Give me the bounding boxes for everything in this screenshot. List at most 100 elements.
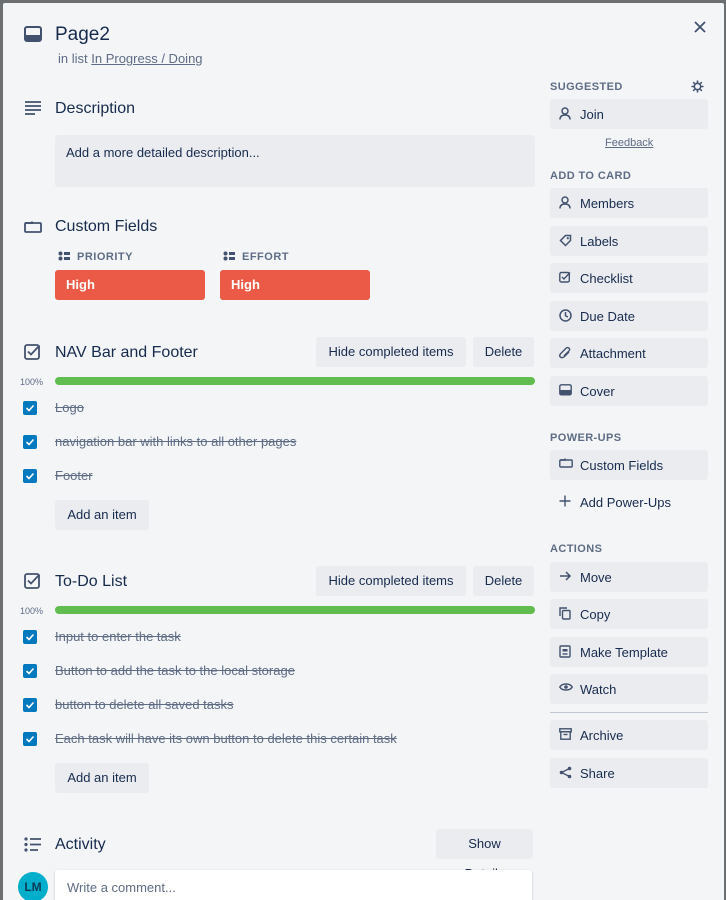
power-ups-heading: POWER-UPS xyxy=(550,432,622,444)
checklist-2-item-4[interactable]: Each task will have its own button to de… xyxy=(55,731,397,746)
checklist-2-item-2-checkbox[interactable] xyxy=(23,664,37,678)
checklist-2-hide-completed-button[interactable]: Hide completed items xyxy=(316,566,466,596)
checklist-2-add-item-button[interactable]: Add an item xyxy=(55,763,149,793)
arrow-right-icon xyxy=(559,570,572,582)
copy-label: Copy xyxy=(580,607,611,622)
labels-button[interactable]: Labels xyxy=(550,226,708,256)
archive-label: Archive xyxy=(580,728,624,743)
paperclip-icon xyxy=(559,346,571,359)
comment-input[interactable]: Write a comment... xyxy=(55,870,532,900)
checklist-2-item-1[interactable]: Input to enter the task xyxy=(55,629,181,644)
checklist-1-delete-button[interactable]: Delete xyxy=(473,337,534,367)
checklist-1-progress-bar xyxy=(55,377,535,385)
description-heading: Description xyxy=(55,100,136,117)
list-info: in list In Progress / Doing xyxy=(58,51,203,66)
custom-fields-icon xyxy=(559,458,573,468)
watch-label: Watch xyxy=(580,682,617,697)
close-icon[interactable] xyxy=(693,20,707,34)
card-title[interactable]: Page2 xyxy=(55,24,110,46)
checklist-2-item-3-checkbox[interactable] xyxy=(23,698,37,712)
watch-button[interactable]: Watch xyxy=(550,674,708,704)
clock-icon xyxy=(559,309,572,322)
add-power-ups-button[interactable]: Add Power-Ups xyxy=(550,487,708,517)
person-icon xyxy=(559,107,571,120)
checklist-label: Checklist xyxy=(580,271,633,286)
label-icon xyxy=(559,234,572,247)
checklist-1-hide-completed-button[interactable]: Hide completed items xyxy=(316,337,466,367)
make-template-button[interactable]: Make Template xyxy=(550,637,708,667)
sidebar-divider xyxy=(550,712,708,713)
activity-heading: Activity xyxy=(55,836,106,853)
custom-fields-heading: Custom Fields xyxy=(55,218,158,235)
labels-label: Labels xyxy=(580,234,619,249)
copy-icon xyxy=(559,607,571,620)
activity-icon xyxy=(24,837,42,852)
checklist-icon xyxy=(24,572,41,589)
copy-button[interactable]: Copy xyxy=(550,599,708,629)
join-button[interactable]: Join xyxy=(550,99,708,129)
checklist-1-item-1[interactable]: Logo xyxy=(55,400,84,415)
actions-heading: ACTIONS xyxy=(550,543,603,555)
priority-value[interactable]: High xyxy=(55,270,205,300)
add-to-card-heading: ADD TO CARD xyxy=(550,170,632,182)
attachment-button[interactable]: Attachment xyxy=(550,338,708,368)
priority-label: PRIORITY xyxy=(77,251,133,263)
avatar[interactable]: LM xyxy=(18,872,48,900)
checklist-2-item-2[interactable]: Button to add the task to the local stor… xyxy=(55,663,295,678)
gear-icon[interactable] xyxy=(691,80,704,93)
make-template-label: Make Template xyxy=(580,645,668,660)
card-detail-modal: Page2 in list In Progress / Doing Descri… xyxy=(3,3,724,900)
checklist-2-progress-track xyxy=(55,606,535,614)
share-icon xyxy=(559,766,572,779)
checklist-1-item-3[interactable]: Footer xyxy=(55,468,93,483)
eye-icon xyxy=(559,682,573,692)
checklist-1-title[interactable]: NAV Bar and Footer xyxy=(55,344,198,362)
share-label: Share xyxy=(580,766,615,781)
checklist-1-item-2-checkbox[interactable] xyxy=(23,435,37,449)
in-list-prefix: in list xyxy=(58,51,88,66)
add-power-ups-label: Add Power-Ups xyxy=(580,495,672,510)
priority-field-icon xyxy=(58,251,70,261)
checklist-2-item-3[interactable]: button to delete all saved tasks xyxy=(55,697,234,712)
due-date-label: Due Date xyxy=(580,309,635,324)
effort-field-icon xyxy=(223,251,235,261)
checklist-2-progress-bar xyxy=(55,606,535,614)
move-label: Move xyxy=(580,570,612,585)
checklist-1-item-2[interactable]: navigation bar with links to all other p… xyxy=(55,434,296,449)
checklist-2-title[interactable]: To-Do List xyxy=(55,573,127,591)
cover-button[interactable]: Cover xyxy=(550,376,708,406)
description-input[interactable]: Add a more detailed description... xyxy=(55,135,535,187)
checklist-button[interactable]: Checklist xyxy=(550,263,708,293)
checklist-1-item-1-checkbox[interactable] xyxy=(23,401,37,415)
archive-icon xyxy=(559,728,572,740)
show-details-button[interactable]: Show Details xyxy=(436,829,533,881)
archive-button[interactable]: Archive xyxy=(550,720,708,750)
move-button[interactable]: Move xyxy=(550,562,708,592)
join-label: Join xyxy=(580,107,604,122)
suggested-heading: SUGGESTED xyxy=(550,81,623,93)
checklist-1-add-item-button[interactable]: Add an item xyxy=(55,500,149,530)
checklist-2-item-4-checkbox[interactable] xyxy=(23,732,37,746)
share-button[interactable]: Share xyxy=(550,758,708,788)
effort-label: EFFORT xyxy=(242,251,289,263)
effort-value[interactable]: High xyxy=(220,270,370,300)
due-date-button[interactable]: Due Date xyxy=(550,301,708,331)
list-link[interactable]: In Progress / Doing xyxy=(91,51,202,66)
card-icon xyxy=(24,26,42,42)
members-button[interactable]: Members xyxy=(550,188,708,218)
checklist-1-progress-track xyxy=(55,377,535,385)
checklist-2-delete-button[interactable]: Delete xyxy=(473,566,534,596)
cover-icon xyxy=(559,384,572,396)
feedback-link[interactable]: Feedback xyxy=(605,137,653,149)
person-icon xyxy=(559,196,571,209)
custom-fields-button[interactable]: Custom Fields xyxy=(550,450,708,480)
checklist-1-item-3-checkbox[interactable] xyxy=(23,469,37,483)
checklist-2-progress-percent: 100% xyxy=(20,606,44,616)
plus-icon xyxy=(559,495,571,507)
cover-label: Cover xyxy=(580,384,615,399)
attachment-label: Attachment xyxy=(580,346,646,361)
custom-fields-icon xyxy=(24,221,42,233)
checklist-icon xyxy=(559,271,571,283)
description-icon xyxy=(24,101,42,115)
checklist-2-item-1-checkbox[interactable] xyxy=(23,630,37,644)
